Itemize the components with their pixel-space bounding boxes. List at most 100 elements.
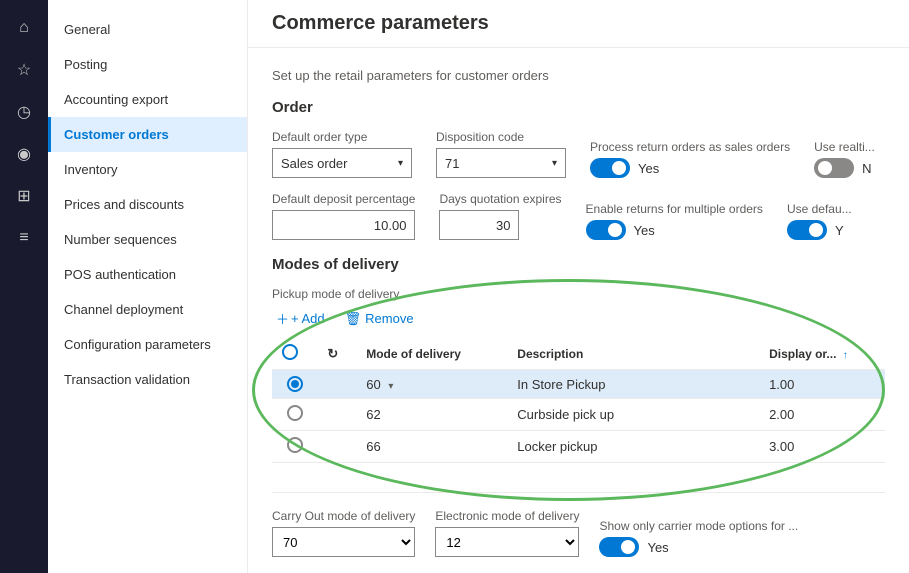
order-row-2: Default deposit percentage 10.00 Days qu…	[272, 192, 885, 240]
carry-out-label: Carry Out mode of delivery	[272, 509, 415, 523]
use-default-label: Use defau...	[787, 202, 852, 216]
col-header-mode: Mode of delivery	[356, 338, 507, 370]
nav-list-icon[interactable]: ≡	[4, 218, 44, 258]
col-header-description: Description	[507, 338, 759, 370]
days-quotation-label: Days quotation expires	[439, 192, 561, 206]
sidebar-item-customer-orders[interactable]: Customer orders	[48, 117, 247, 152]
electronic-select[interactable]: 12	[435, 527, 579, 557]
show-only-toggle[interactable]	[599, 537, 639, 557]
sidebar-item-posting[interactable]: Posting	[48, 47, 247, 82]
header-radio[interactable]	[282, 344, 298, 360]
use-realtime-value: N	[862, 161, 871, 176]
nav-grid-icon[interactable]: ⊞	[4, 176, 44, 216]
page-title: Commerce parameters	[272, 12, 885, 47]
enable-returns-multiple-toggle[interactable]	[586, 220, 626, 240]
row-radio-empty[interactable]	[287, 405, 303, 421]
enable-returns-multiple-value: Yes	[634, 223, 655, 238]
pickup-toolbar: ＋ + Add 🗑 Remove	[272, 307, 885, 330]
plus-icon: ＋	[276, 309, 289, 328]
show-only-label: Show only carrier mode options for ...	[599, 519, 798, 533]
row-mode-cell-3: 66	[356, 431, 507, 463]
pickup-modes-table: ↻ Mode of delivery Description Display o…	[272, 338, 885, 493]
carry-out-select[interactable]: 70	[272, 527, 415, 557]
days-quotation-input[interactable]: 30	[439, 210, 519, 240]
toggle-knob	[612, 161, 626, 175]
table-row-empty	[272, 463, 885, 493]
use-default-toggle[interactable]	[787, 220, 827, 240]
default-order-type-select[interactable]: Sales order ▾	[272, 148, 412, 178]
sidebar-item-pos-auth[interactable]: POS authentication	[48, 257, 247, 292]
sidebar-item-number-sequences[interactable]: Number sequences	[48, 222, 247, 257]
row-radio-empty-2[interactable]	[287, 437, 303, 453]
nav-rail: ⌂ ☆ ◷ ◉ ⊞ ≡	[0, 0, 48, 573]
default-deposit-input[interactable]: 10.00	[272, 210, 415, 240]
chevron-down-icon: ▾	[388, 381, 393, 392]
chevron-down-icon: ▾	[398, 158, 403, 169]
process-return-orders-field: Process return orders as sales orders Ye…	[590, 140, 790, 178]
process-return-orders-toggle[interactable]	[590, 158, 630, 178]
sort-arrow-icon: ↑	[843, 350, 848, 361]
show-only-toggle-group: Yes	[599, 537, 798, 557]
use-realtime-field: Use realti... N	[814, 140, 875, 178]
disposition-code-field: Disposition code 71 ▾	[436, 130, 566, 178]
pickup-mode-label: Pickup mode of delivery	[272, 287, 885, 301]
nav-bookmark-icon[interactable]: ◉	[4, 134, 44, 174]
row-description-cell-3: Locker pickup	[507, 431, 759, 463]
row-refresh-cell	[317, 370, 356, 399]
toggle-knob-5	[621, 540, 635, 554]
carry-out-field: Carry Out mode of delivery 70	[272, 509, 415, 557]
enable-returns-multiple-field: Enable returns for multiple orders Yes	[586, 202, 763, 240]
nav-star-icon[interactable]: ☆	[4, 50, 44, 90]
sidebar-item-inventory[interactable]: Inventory	[48, 152, 247, 187]
show-only-field: Show only carrier mode options for ... Y…	[599, 519, 798, 557]
toggle-knob-4	[809, 223, 823, 237]
modes-section-title: Modes of delivery	[272, 256, 885, 273]
toggle-knob-2	[818, 161, 832, 175]
add-button[interactable]: ＋ + Add	[272, 307, 329, 330]
remove-button[interactable]: 🗑 Remove	[341, 309, 418, 329]
process-return-orders-toggle-group: Yes	[590, 158, 790, 178]
use-default-field: Use defau... Y	[787, 202, 852, 240]
nav-home-icon[interactable]: ⌂	[4, 8, 44, 48]
sidebar-item-transaction-validation[interactable]: Transaction validation	[48, 362, 247, 397]
refresh-icon[interactable]: ↻	[327, 346, 338, 361]
row-description-cell: In Store Pickup	[507, 370, 759, 399]
default-deposit-label: Default deposit percentage	[272, 192, 415, 206]
days-quotation-field: Days quotation expires 30	[439, 192, 561, 240]
toggle-knob-3	[608, 223, 622, 237]
row-mode-cell: 60 ▾	[356, 370, 507, 399]
trash-icon: 🗑	[345, 311, 362, 327]
enable-returns-multiple-label: Enable returns for multiple orders	[586, 202, 763, 216]
use-default-toggle-group: Y	[787, 220, 852, 240]
row-radio-selected[interactable]	[287, 376, 303, 392]
sidebar-item-general[interactable]: General	[48, 12, 247, 47]
order-row-1: Default order type Sales order ▾ Disposi…	[272, 130, 885, 178]
row-radio-cell-2[interactable]	[272, 399, 317, 431]
electronic-label: Electronic mode of delivery	[435, 509, 579, 523]
row-radio-cell[interactable]	[272, 370, 317, 399]
row-radio-cell-3[interactable]	[272, 431, 317, 463]
row-mode-cell-2: 62	[356, 399, 507, 431]
disposition-code-label: Disposition code	[436, 130, 566, 144]
row-display-order-cell-2: 2.00	[759, 399, 885, 431]
chevron-down-icon: ▾	[552, 158, 557, 169]
table-row: 62 Curbside pick up 2.00	[272, 399, 885, 431]
order-section-title: Order	[272, 99, 885, 116]
sidebar-item-config-params[interactable]: Configuration parameters	[48, 327, 247, 362]
nav-clock-icon[interactable]: ◷	[4, 92, 44, 132]
sidebar: General Posting Accounting export Custom…	[48, 0, 248, 573]
sidebar-item-channel-deployment[interactable]: Channel deployment	[48, 292, 247, 327]
enable-returns-multiple-toggle-group: Yes	[586, 220, 763, 240]
default-deposit-field: Default deposit percentage 10.00	[272, 192, 415, 240]
use-realtime-toggle[interactable]	[814, 158, 854, 178]
process-return-orders-value: Yes	[638, 161, 659, 176]
sidebar-item-accounting-export[interactable]: Accounting export	[48, 82, 247, 117]
sidebar-item-prices-discounts[interactable]: Prices and discounts	[48, 187, 247, 222]
use-default-value: Y	[835, 223, 844, 238]
use-realtime-label: Use realti...	[814, 140, 875, 154]
table-row: 66 Locker pickup 3.00	[272, 431, 885, 463]
use-realtime-toggle-group: N	[814, 158, 875, 178]
default-order-type-field: Default order type Sales order ▾	[272, 130, 412, 178]
page-title-bar: Commerce parameters	[248, 0, 909, 48]
disposition-code-select[interactable]: 71 ▾	[436, 148, 566, 178]
